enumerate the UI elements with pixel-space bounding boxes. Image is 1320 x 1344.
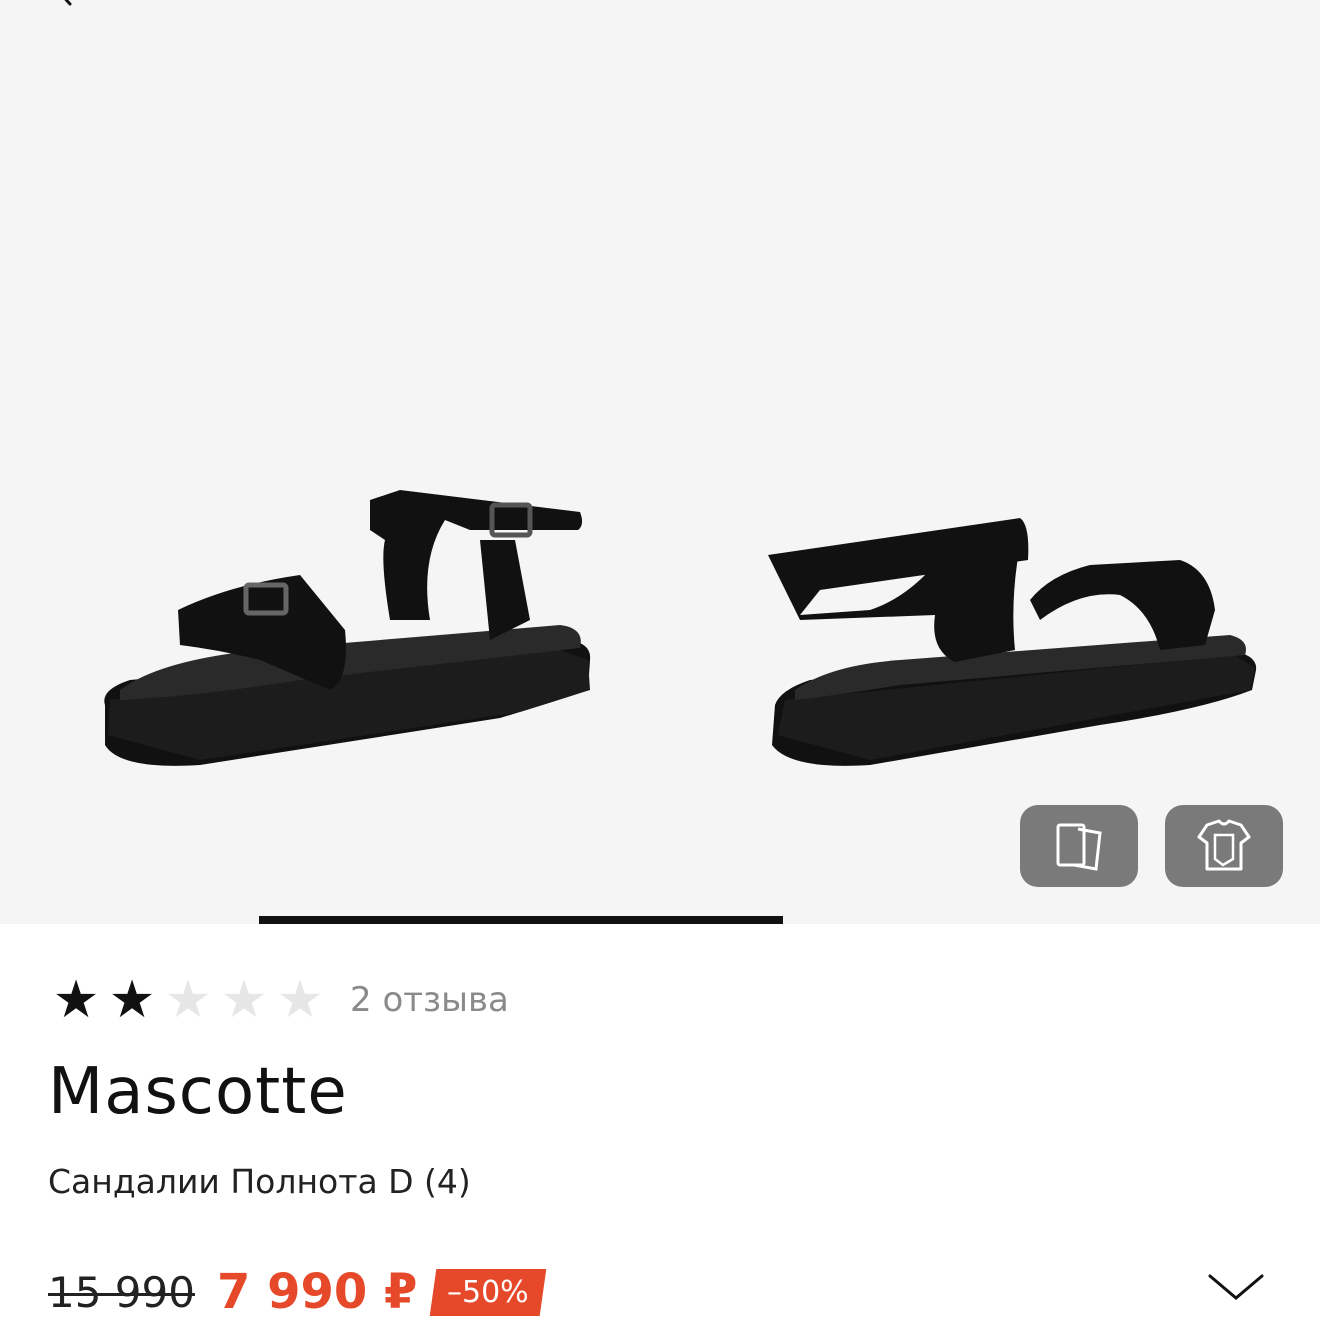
star-filled-icon: ★ (52, 970, 100, 1030)
outfit-button[interactable] (1165, 805, 1283, 887)
product-image (104, 490, 1257, 766)
rating-stars: ★ ★ ★ ★ ★ (48, 974, 328, 1026)
star-empty-icon: ★ (276, 970, 324, 1030)
discount-badge: –50% (430, 1268, 547, 1316)
reviews-link[interactable]: 2 отзыва (350, 980, 509, 1020)
shirt-icon (1197, 819, 1251, 871)
current-price: 7 990 ₽ (216, 1264, 418, 1320)
rating[interactable]: ★ ★ ★ ★ ★ 2 отзыва (48, 970, 509, 1030)
chevron-down-icon[interactable] (1204, 1268, 1268, 1308)
back-arrow-icon[interactable] (30, 0, 110, 40)
product-gallery[interactable] (0, 0, 1320, 924)
gallery-progress (0, 916, 1320, 924)
old-price: 15 990 (48, 1267, 195, 1317)
gallery-progress-bar (258, 916, 783, 924)
discount-label: –50% (447, 1274, 530, 1310)
compare-button[interactable] (1020, 805, 1138, 887)
product-name: Сандалии Полнота D (4) (48, 1162, 471, 1201)
star-empty-icon: ★ (220, 970, 268, 1030)
star-empty-icon: ★ (164, 970, 212, 1030)
brand-name[interactable]: Mascotte (48, 1055, 348, 1129)
pages-icon (1056, 823, 1102, 871)
star-filled-icon: ★ (108, 970, 156, 1030)
price-row: 15 990 7 990 ₽ –50% (48, 1262, 547, 1322)
